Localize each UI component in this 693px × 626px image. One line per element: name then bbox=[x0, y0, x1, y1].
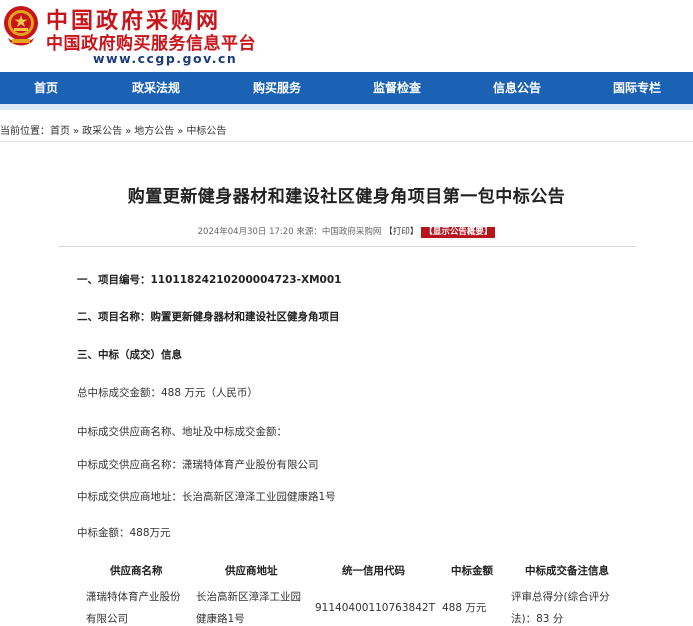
nav-item-announcements[interactable]: 信息公告 bbox=[493, 72, 541, 104]
nav-item-purchase-services[interactable]: 购买服务 bbox=[253, 72, 301, 104]
breadcrumb-award-notices[interactable]: 中标公告 bbox=[186, 126, 226, 137]
breadcrumb-separator: » bbox=[125, 126, 132, 137]
table-cell-remarks-line1: 评审总得分(综合评分 bbox=[511, 591, 610, 603]
nav-item-regulations[interactable]: 政采法规 bbox=[132, 72, 180, 104]
site-url[interactable]: www.ccgp.gov.cn bbox=[93, 51, 237, 66]
article-divider bbox=[58, 246, 636, 247]
table-cell-supplier-address-line1: 长治高新区漳泽工业园 bbox=[196, 591, 301, 603]
national-emblem-icon bbox=[4, 6, 38, 46]
site-header: 中国政府采购网 中国政府购买服务信息平台 www.ccgp.gov.cn bbox=[0, 0, 693, 72]
nav-strip bbox=[0, 104, 693, 110]
breadcrumb-procurement-notices[interactable]: 政采公告 bbox=[82, 126, 122, 137]
breadcrumb-prefix: 当前位置： bbox=[0, 126, 50, 137]
table-cell-amount: 488 万元 bbox=[442, 602, 487, 614]
table-header-credit-code: 统一信用代码 bbox=[342, 565, 405, 577]
supplier-name: 中标成交供应商名称：潇瑞特体育产业股份有限公司 bbox=[77, 459, 319, 471]
nav-item-supervision[interactable]: 监督检查 bbox=[373, 72, 421, 104]
table-cell-supplier-address-line2: 健康路1号 bbox=[196, 613, 245, 625]
supplier-address: 中标成交供应商地址：长治高新区漳泽工业园健康路1号 bbox=[77, 491, 336, 503]
breadcrumb: 当前位置：首页» 政采公告» 地方公告» 中标公告 bbox=[0, 122, 226, 137]
supplier-intro: 中标成交供应商名称、地址及中标成交金额： bbox=[77, 426, 287, 438]
table-header-supplier-name: 供应商名称 bbox=[110, 565, 163, 577]
article-title: 购置更新健身器材和建设社区健身角项目第一包中标公告 bbox=[127, 187, 566, 207]
total-amount: 总中标成交金额：488 万元（人民币） bbox=[77, 387, 258, 399]
article-meta: 2024年04月30日 17:20 来源：中国政府采购网 【打印】 【显示公告概要】 bbox=[0, 225, 693, 238]
show-summary-button[interactable]: 【显示公告概要】 bbox=[421, 227, 496, 238]
article-datetime: 2024年04月30日 17:20 bbox=[197, 227, 294, 237]
section-project-number: 一、项目编号：11011824210200004723-XM001 bbox=[77, 274, 342, 286]
breadcrumb-home[interactable]: 首页 bbox=[50, 126, 70, 137]
article-source: 来源：中国政府采购网 bbox=[296, 227, 382, 237]
main-nav: 首页 政采法规 购买服务 监督检查 信息公告 国际专栏 bbox=[0, 72, 693, 104]
table-cell-remarks-line2: 法)：83 分 bbox=[511, 613, 564, 625]
table-cell-credit-code: 91140400110763842T bbox=[315, 602, 435, 614]
nav-item-home[interactable]: 首页 bbox=[34, 72, 58, 104]
section-project-name: 二、项目名称：购置更新健身器材和建设社区健身角项目 bbox=[77, 311, 340, 323]
breadcrumb-separator: » bbox=[177, 126, 184, 137]
print-link[interactable]: 【打印】 bbox=[384, 227, 418, 237]
section-award-info: 三、中标（成交）信息 bbox=[77, 349, 182, 361]
breadcrumb-local-notices[interactable]: 地方公告 bbox=[134, 126, 174, 137]
table-cell-supplier-name-line1: 潇瑞特体育产业股份 bbox=[86, 591, 181, 603]
award-amount: 中标金额：488万元 bbox=[77, 527, 171, 539]
nav-item-international[interactable]: 国际专栏 bbox=[613, 72, 661, 104]
breadcrumb-divider bbox=[0, 141, 693, 142]
table-cell-supplier-name-line2: 有限公司 bbox=[86, 613, 128, 625]
table-header-supplier-address: 供应商地址 bbox=[225, 565, 278, 577]
table-header-amount: 中标金额 bbox=[451, 565, 493, 577]
breadcrumb-separator: » bbox=[73, 126, 80, 137]
table-header-remarks: 中标成交备注信息 bbox=[525, 565, 609, 577]
